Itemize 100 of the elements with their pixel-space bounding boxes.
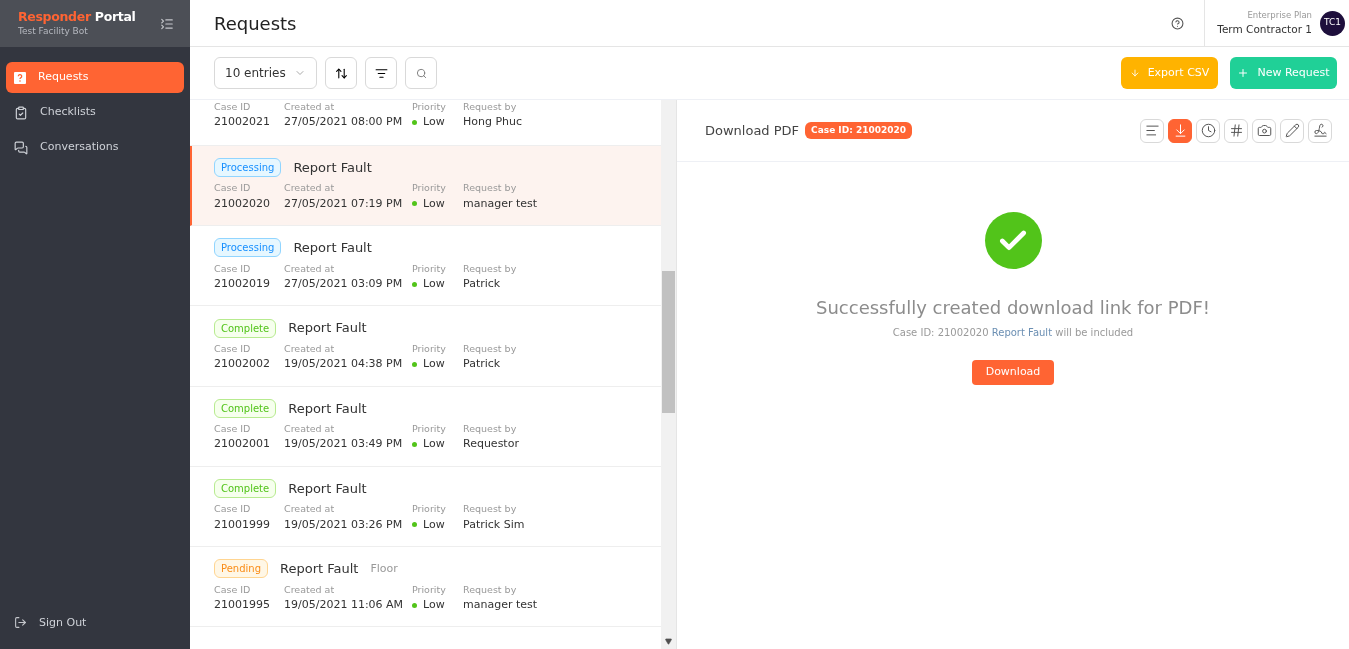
field-label: Priority <box>412 261 447 276</box>
field-label: Created at <box>284 341 336 356</box>
request-row[interactable]: Case ID 21002021 Created at 27/05/2021 08:00 PM Priority Low Request by Hong Phuc <box>190 100 661 146</box>
search-button[interactable] <box>405 57 437 89</box>
success-note: Case ID: 21002020 Report Fault will be included <box>892 326 1134 340</box>
priority-value: Low <box>423 596 445 613</box>
field-label: Created at <box>284 100 336 114</box>
field-label: Request by <box>463 422 518 436</box>
field-label: Priority <box>412 341 447 356</box>
requester-name: manager test <box>463 596 538 613</box>
field-label: Created at <box>284 582 336 597</box>
arrow-down-icon <box>1129 68 1140 78</box>
signature-icon <box>1312 123 1328 138</box>
requester-name: Patrick <box>463 275 502 292</box>
scroll-down-icon[interactable] <box>665 638 672 645</box>
case-id: 21002019 <box>214 275 271 292</box>
field-label: Priority <box>412 582 447 597</box>
status-badge: Complete <box>214 318 277 338</box>
case-id-badge: Case ID: 21002020 <box>805 121 912 140</box>
field-label: Request by <box>463 181 518 196</box>
request-location: Floor <box>370 560 398 577</box>
field-label: Case ID <box>214 502 252 517</box>
case-id: 21001995 <box>214 596 271 613</box>
scrollbar-thumb[interactable] <box>662 271 675 413</box>
scrollbar[interactable] <box>661 100 676 649</box>
sort-button[interactable] <box>325 57 357 89</box>
sign-out-icon <box>14 616 27 630</box>
filter-button[interactable] <box>365 57 397 89</box>
field-label: Case ID <box>214 582 252 597</box>
case-id: 21002002 <box>214 356 271 372</box>
entries-dropdown[interactable]: 10 entries <box>214 57 317 89</box>
success-title: Successfully created download link for PDF! <box>816 296 1210 320</box>
user-name: Term Contractor 1 <box>1217 21 1312 37</box>
nav-item[interactable]: Checklists <box>6 97 184 128</box>
brand-subtitle: Test Facility Bot <box>18 24 89 38</box>
case-id: 21002001 <box>214 436 271 453</box>
collapse-menu-icon[interactable] <box>160 16 174 31</box>
priority-value: Low <box>423 114 445 131</box>
field-label: Created at <box>284 502 336 517</box>
hash-icon <box>1228 123 1244 138</box>
field-label: Request by <box>463 261 517 276</box>
status-badge: Complete <box>214 398 277 418</box>
page-title: Requests <box>214 11 298 36</box>
request-title: Report Fault <box>288 399 367 418</box>
user-avatar[interactable]: TC1 <box>1320 10 1345 36</box>
priority-value: Low <box>423 356 445 372</box>
request-title: Report Fault <box>288 319 367 338</box>
brand-logo: Responder Portal <box>18 8 136 25</box>
status-badge: Processing <box>214 238 282 258</box>
report-fault-link[interactable]: Report Fault <box>991 327 1053 338</box>
plus-icon <box>1237 67 1250 79</box>
created-date: 27/05/2021 07:19 PM <box>284 195 404 212</box>
detail-title: Download PDF <box>705 121 800 140</box>
created-date: 27/05/2021 08:00 PM <box>284 114 404 131</box>
created-date: 19/05/2021 03:49 PM <box>284 436 404 453</box>
request-title: Report Fault <box>293 158 372 177</box>
help-icon[interactable] <box>1171 16 1185 30</box>
nav-item[interactable]: Conversations <box>6 132 184 163</box>
chat-bubbles-icon <box>14 140 28 155</box>
case-id: 21001999 <box>214 516 271 533</box>
filter-icon <box>374 66 388 80</box>
field-label: Request by <box>463 100 518 114</box>
field-label: Request by <box>463 502 518 517</box>
field-label: Priority <box>412 100 447 114</box>
camera-icon <box>1256 123 1272 138</box>
priority-value: Low <box>423 436 445 453</box>
request-row[interactable]: Processing Report Fault Case ID 21002020 Created at 27/05/2021 07:19 PM Priority Low Request by manager test <box>190 145 661 226</box>
field-label: Priority <box>412 181 447 196</box>
sign-out-link[interactable]: Sign Out <box>39 614 87 631</box>
clock-icon <box>1200 123 1216 138</box>
case-id: 21002020 <box>214 195 271 212</box>
status-badge: Pending <box>214 559 268 579</box>
field-label: Case ID <box>214 261 252 276</box>
status-badge: Processing <box>214 158 282 177</box>
pencil-icon <box>1284 123 1300 138</box>
created-date: 19/05/2021 11:06 AM <box>284 596 405 613</box>
field-label: Case ID <box>214 341 252 356</box>
sort-icon <box>334 66 348 80</box>
request-title: Report Fault <box>288 479 367 498</box>
created-date: 19/05/2021 04:38 PM <box>284 356 404 372</box>
requester-name: manager test <box>463 195 538 212</box>
requester-name: Patrick <box>463 356 502 372</box>
priority-value: Low <box>423 275 445 292</box>
priority-value: Low <box>423 516 445 533</box>
created-date: 19/05/2021 03:26 PM <box>284 516 404 533</box>
field-label: Case ID <box>214 422 252 436</box>
requester-name: Hong Phuc <box>463 114 523 131</box>
created-date: 27/05/2021 03:09 PM <box>284 275 404 292</box>
field-label: Created at <box>284 261 336 276</box>
search-icon <box>415 67 427 79</box>
requester-name: Patrick Sim <box>463 516 525 533</box>
plan-label: Enterprise Plan <box>1247 8 1312 22</box>
field-label: Case ID <box>214 181 252 196</box>
status-badge: Complete <box>214 479 277 498</box>
question-square-icon <box>14 71 26 84</box>
requester-name: Requestor <box>463 436 519 453</box>
tool-button[interactable] <box>1168 118 1192 143</box>
field-label: Priority <box>412 422 447 436</box>
text-lines-icon <box>1144 123 1160 138</box>
request-title: Report Fault <box>293 239 372 257</box>
